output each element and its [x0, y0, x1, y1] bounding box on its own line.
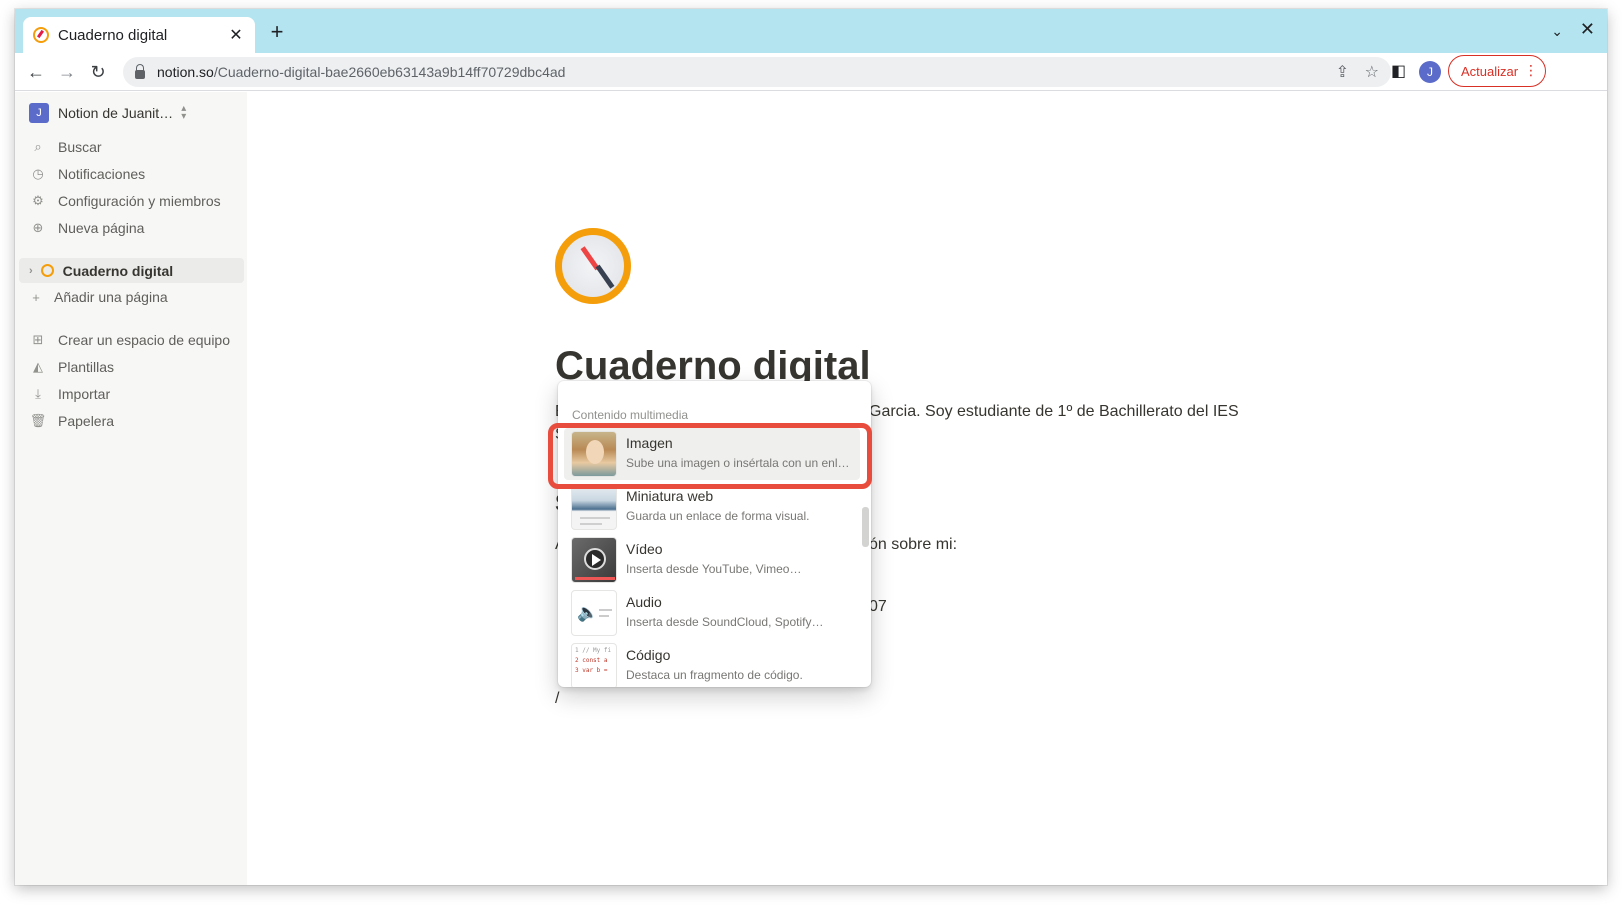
slash-command-input[interactable]: / — [555, 690, 559, 708]
browser-window: Cuaderno digital ✕ + ⌄ ✕ ← → ↻ notion.so… — [15, 9, 1607, 885]
browser-tab[interactable]: Cuaderno digital ✕ — [23, 17, 255, 53]
reload-icon[interactable]: ↻ — [85, 59, 111, 85]
gear-icon: ⚙ — [32, 193, 44, 208]
sidebar-item-settings[interactable]: ⚙ Configuración y miembros — [29, 189, 221, 213]
page-content: Cuaderno digital E Garcia. Soy estudiant… — [247, 92, 1607, 885]
audio-thumbnail-icon: 🔈 — [571, 590, 617, 636]
trash-icon: 🗑 — [29, 413, 47, 428]
lock-icon — [135, 63, 145, 79]
menu-item-description: Guarda un enlace de forma visual. — [626, 509, 810, 523]
compass-page-icon — [40, 264, 54, 277]
menu-section-header: Contenido multimedia — [572, 408, 689, 422]
sidebar-item-label: Buscar — [58, 139, 102, 155]
import-icon: ⤓ — [35, 386, 41, 401]
plus-circle-icon: ⊕ — [32, 220, 44, 235]
team-icon: ⊞ — [32, 332, 44, 347]
new-tab-button[interactable]: + — [265, 21, 289, 43]
sidebar-item-trash[interactable]: 🗑 Papelera — [29, 409, 114, 433]
video-progress — [575, 577, 615, 580]
plus-icon: + — [32, 289, 40, 305]
highlight-annotation — [548, 423, 872, 489]
speaker-icon: 🔈 — [577, 603, 599, 622]
menu-item-description: Inserta desde SoundCloud, Spotify… — [626, 615, 824, 629]
share-icon[interactable]: ⇪ — [1336, 62, 1349, 82]
bookmark-line — [580, 523, 602, 525]
menu-item-title: Audio — [626, 594, 662, 610]
paragraph-fragment[interactable]: 07 — [869, 598, 887, 616]
profile-avatar[interactable]: J — [1419, 61, 1441, 83]
search-icon: ⌕ — [34, 139, 42, 154]
video-thumbnail-icon — [571, 537, 617, 583]
tab-search-chevron-icon[interactable]: ⌄ — [1551, 23, 1563, 40]
forward-arrow-icon[interactable]: → — [54, 59, 80, 85]
audio-line — [599, 609, 612, 611]
paragraph-fragment[interactable]: ón sobre mi: — [869, 536, 957, 554]
sidebar-item-label: Importar — [58, 386, 111, 402]
star-icon[interactable]: ☆ — [1365, 62, 1379, 82]
code-thumbnail-icon: 1 // My fi 2 const a 3 var b = — [571, 643, 617, 687]
menu-item-description: Inserta desde YouTube, Vimeo… — [626, 562, 802, 576]
workspace-avatar: J — [29, 103, 49, 123]
menu-item-description: Destaca un fragmento de código. — [626, 668, 803, 682]
window-close-button[interactable]: ✕ — [1580, 19, 1595, 40]
bookmark-line — [580, 517, 610, 519]
tab-close-icon[interactable]: ✕ — [227, 25, 245, 45]
chevron-updown-icon: ▴ ▾ — [181, 103, 187, 122]
sidebar-item-new-page[interactable]: ⊕ Nueva página — [29, 216, 145, 240]
tab-strip: Cuaderno digital ✕ + ⌄ ✕ — [15, 9, 1607, 53]
menu-item-audio[interactable]: 🔈 Audio Inserta desde SoundCloud, Spotif… — [564, 587, 860, 639]
compass-page-icon[interactable] — [555, 228, 631, 304]
workspace-name: Notion de Juanit… — [58, 105, 174, 121]
sidebar-item-templates[interactable]: ◭ Plantillas — [29, 355, 114, 379]
compass-favicon-icon — [33, 27, 49, 43]
side-panel-icon[interactable]: ◧ — [1391, 61, 1406, 81]
clock-icon: ◷ — [32, 166, 44, 181]
update-button[interactable]: Actualizar ⋮ — [1448, 55, 1546, 87]
sidebar: J Notion de Juanit… ▴ ▾ ⌕ Buscar ◷ Notifi… — [15, 92, 247, 885]
add-page-label: Añadir una página — [54, 289, 168, 305]
sidebar-page-label: Cuaderno digital — [62, 262, 174, 279]
sidebar-item-label: Nueva página — [58, 220, 145, 236]
sidebar-item-label: Crear un espacio de equipo — [58, 332, 231, 348]
update-label: Actualizar — [1461, 63, 1519, 79]
menu-item-title: Vídeo — [626, 541, 663, 557]
sidebar-item-label: Papelera — [58, 413, 115, 429]
workspace-switcher[interactable]: J Notion de Juanit… ▴ ▾ — [29, 103, 186, 123]
url-text: notion.so/Cuaderno-digital-bae2660eb6314… — [157, 64, 566, 80]
address-bar[interactable]: notion.so/Cuaderno-digital-bae2660eb6314… — [123, 57, 1391, 87]
add-page-button[interactable]: + Añadir una página — [27, 285, 168, 309]
menu-item-code[interactable]: 1 // My fi 2 const a 3 var b = Código De… — [564, 640, 860, 687]
menu-item-title: Miniatura web — [626, 488, 714, 504]
desktop: Cuaderno digital ✕ + ⌄ ✕ ← → ↻ notion.so… — [0, 0, 1622, 916]
templates-icon: ◭ — [33, 359, 43, 374]
code-line: 1 // My fi — [575, 647, 612, 654]
sidebar-item-import[interactable]: ⤓ Importar — [29, 382, 110, 406]
more-menu-icon[interactable]: ⋮ — [1524, 62, 1538, 79]
browser-toolbar: ← → ↻ notion.so/Cuaderno-digital-bae2660… — [15, 53, 1607, 91]
sidebar-item-search[interactable]: ⌕ Buscar — [29, 135, 102, 159]
sidebar-item-label: Notificaciones — [58, 166, 146, 182]
play-icon — [592, 554, 601, 566]
bookmark-thumbnail-icon — [571, 484, 617, 530]
expand-chevron-icon[interactable]: › — [29, 265, 33, 277]
menu-scrollbar[interactable] — [862, 507, 869, 547]
sidebar-item-create-teamspace[interactable]: ⊞ Crear un espacio de equipo — [29, 328, 230, 352]
sidebar-item-label: Plantillas — [58, 359, 115, 375]
audio-line — [599, 615, 609, 617]
compass-needle-south — [595, 264, 615, 289]
menu-item-video[interactable]: Vídeo Inserta desde YouTube, Vimeo… — [564, 534, 860, 586]
menu-item-title: Código — [626, 647, 671, 663]
paragraph-fragment[interactable]: Garcia. Soy estudiante de 1º de Bachille… — [869, 403, 1239, 421]
back-arrow-icon[interactable]: ← — [23, 59, 49, 85]
code-line: 2 const a — [575, 657, 608, 664]
code-line: 3 var b = — [575, 667, 608, 674]
tab-title: Cuaderno digital — [58, 26, 168, 44]
sidebar-item-notifications[interactable]: ◷ Notificaciones — [29, 162, 145, 186]
sidebar-item-label: Configuración y miembros — [58, 193, 221, 209]
sidebar-page-cuaderno[interactable]: › Cuaderno digital — [19, 258, 244, 283]
